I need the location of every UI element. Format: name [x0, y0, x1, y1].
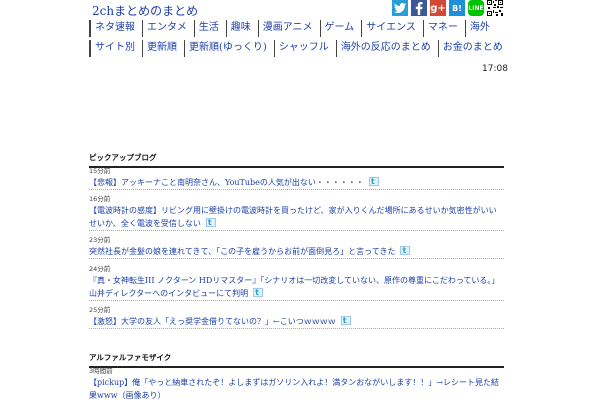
entry-link[interactable]: 【激怒】大学の友人「えっ奨学金借りてないの？」←こいつｗｗｗｗ: [89, 314, 504, 328]
nav-item-hobby[interactable]: 趣味: [225, 20, 255, 37]
nav-item-money-matome[interactable]: お金のまとめ: [437, 40, 507, 57]
list-item: 24分前 『真・女神転生III ノクターン HDリマスター』「シナリオは一切改変…: [89, 265, 504, 301]
entry-link[interactable]: 突然社長が金髪の娘を連れてきて、「この子を雇うからお前が面倒見ろ」と言ってきた: [89, 244, 504, 258]
nav-item-neta[interactable]: ネタ速報: [89, 20, 139, 37]
entry-time: 25分前: [89, 306, 111, 314]
tweet-icon[interactable]: [340, 314, 351, 327]
section-title-alpha: アルファルファモザイク: [89, 352, 504, 368]
entry-link[interactable]: 【悲報】アッキーナこと南明奈さん、YouTubeの人気が出ない・・・・・・: [89, 175, 504, 189]
tweet-icon[interactable]: [205, 216, 216, 229]
nav-item-overseas[interactable]: 海外: [464, 20, 494, 37]
list-item: 15分前 【悲報】アッキーナこと南明奈さん、YouTubeの人気が出ない・・・・…: [89, 167, 504, 190]
nav-item-overseas-reactions[interactable]: 海外の反応のまとめ: [335, 40, 435, 57]
nav-item-entertainment[interactable]: エンタメ: [142, 20, 191, 37]
tweet-icon[interactable]: [368, 175, 379, 188]
nav-item-manga-anime[interactable]: 漫画アニメ: [257, 20, 317, 37]
entry-link[interactable]: 【電波時計の感度】リビング用に壁掛けの電波時計を買ったけど、家が入りくんだ場所に…: [89, 204, 504, 230]
entry-link[interactable]: 【pickup】俺「やっと納車されたぞ！よしまずはガソリン入れよ！満タンおながい…: [89, 376, 504, 400]
line-icon[interactable]: LINE: [468, 0, 484, 16]
twitter-icon[interactable]: [392, 0, 408, 16]
list-item: 16分前 【電波時計の感度】リビング用に壁掛けの電波時計を買ったけど、家が入りく…: [89, 195, 504, 231]
tweet-icon[interactable]: [253, 286, 264, 299]
current-time: 17:08: [482, 64, 508, 74]
list-item: 23分前 突然社長が金髪の娘を連れてきて、「この子を雇うからお前が面倒見ろ」と言…: [89, 236, 504, 259]
nav-item-shuffle[interactable]: シャッフル: [273, 40, 333, 57]
nav-item-life[interactable]: 生活: [193, 20, 223, 37]
entry-time: 15分前: [89, 167, 111, 175]
entry-link[interactable]: 『真・女神転生III ノクターン HDリマスター』「シナリオは一切改変していない…: [89, 274, 504, 300]
nav-item-science[interactable]: サイエンス: [361, 20, 420, 37]
nav-item-by-update[interactable]: 更新順: [142, 40, 181, 57]
google-plus-icon[interactable]: g+: [430, 0, 446, 16]
list-item: 25分前 【激怒】大学の友人「えっ奨学金借りてないの？」←こいつｗｗｗｗ: [89, 306, 504, 329]
qr-code-icon[interactable]: [487, 0, 503, 16]
hatena-bookmark-icon[interactable]: B!: [449, 0, 465, 16]
nav-item-game[interactable]: ゲーム: [319, 20, 359, 37]
entry-time: 23分前: [89, 236, 111, 244]
nav-item-money[interactable]: マネー: [422, 20, 462, 37]
nav-item-by-site[interactable]: サイト別: [89, 40, 139, 57]
site-logo[interactable]: 2chまとめのまとめ: [92, 2, 198, 19]
facebook-icon[interactable]: [411, 0, 427, 16]
category-nav: ネタ速報 エンタメ 生活 趣味 漫画アニメ ゲーム サイエンス マネー 海外: [89, 20, 509, 37]
sort-nav: サイト別 更新順 更新順(ゆっくり) シャッフル 海外の反応のまとめ お金のまと…: [89, 40, 509, 57]
entry-time: 16分前: [89, 195, 111, 203]
social-share-bar: g+ B! LINE: [392, 0, 503, 16]
nav-item-by-update-slow[interactable]: 更新順(ゆっくり): [184, 40, 271, 57]
entry-time: 24分前: [89, 265, 111, 273]
section-title-pickup: ピックアップブログ: [89, 152, 504, 168]
entry-time: 3時間前: [89, 367, 113, 375]
list-item: 3時間前 【pickup】俺「やっと納車されたぞ！よしまずはガソリン入れよ！満タ…: [89, 367, 504, 400]
tweet-icon[interactable]: [400, 244, 411, 257]
